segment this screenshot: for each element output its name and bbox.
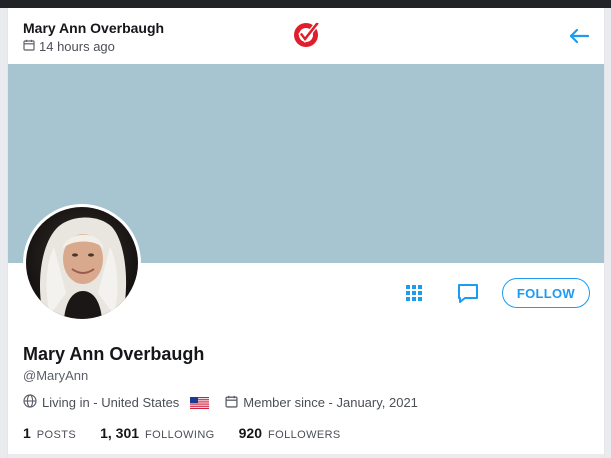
profile-card: Mary Ann Overbaugh 14 hours ago FOLLOW M… bbox=[7, 8, 605, 458]
location-text: Living in - United States bbox=[42, 395, 180, 410]
post-author-name[interactable]: Mary Ann Overbaugh bbox=[23, 20, 164, 36]
message-icon[interactable] bbox=[456, 281, 480, 305]
profile-actions: FOLLOW bbox=[402, 278, 590, 308]
location-info: Living in - United States bbox=[23, 394, 210, 411]
stat-label: FOLLOWING bbox=[145, 429, 215, 441]
calendar-icon bbox=[225, 395, 238, 411]
stat-followers[interactable]: 920 FOLLOWERS bbox=[239, 425, 341, 441]
divider bbox=[8, 454, 604, 458]
stat-value: 920 bbox=[238, 425, 262, 441]
grid-icon[interactable] bbox=[402, 281, 426, 305]
stat-label: POSTS bbox=[36, 429, 77, 441]
avatar[interactable] bbox=[23, 204, 141, 322]
stat-posts[interactable]: 1 POSTS bbox=[23, 425, 76, 441]
post-time-text: 14 hours ago bbox=[39, 39, 115, 54]
top-strip bbox=[0, 0, 611, 8]
checkmark-logo[interactable] bbox=[292, 20, 322, 50]
stat-following[interactable]: 1, 301 FOLLOWING bbox=[100, 425, 215, 441]
avatar-photo bbox=[26, 207, 138, 319]
stat-value: 1 bbox=[23, 425, 31, 441]
profile-handle: @MaryAnn bbox=[23, 368, 89, 383]
us-flag-icon bbox=[190, 396, 210, 409]
calendar-icon bbox=[23, 39, 35, 54]
follow-button[interactable]: FOLLOW bbox=[501, 278, 590, 308]
stat-label: FOLLOWERS bbox=[268, 429, 341, 441]
post-timestamp: 14 hours ago bbox=[23, 39, 115, 54]
member-since-info: Member since - January, 2021 bbox=[225, 395, 418, 411]
profile-meta: Living in - United States Member since -… bbox=[23, 394, 418, 411]
profile-name: Mary Ann Overbaugh bbox=[23, 344, 205, 364]
stat-value: 1, 301 bbox=[100, 425, 140, 441]
arrow-left-icon[interactable] bbox=[568, 26, 590, 46]
profile-stats: 1 POSTS 1, 301 FOLLOWING 920 FOLLOWERS bbox=[23, 425, 365, 441]
globe-icon bbox=[23, 394, 37, 411]
post-header: Mary Ann Overbaugh 14 hours ago bbox=[8, 8, 604, 64]
member-since-text: Member since - January, 2021 bbox=[243, 395, 418, 410]
